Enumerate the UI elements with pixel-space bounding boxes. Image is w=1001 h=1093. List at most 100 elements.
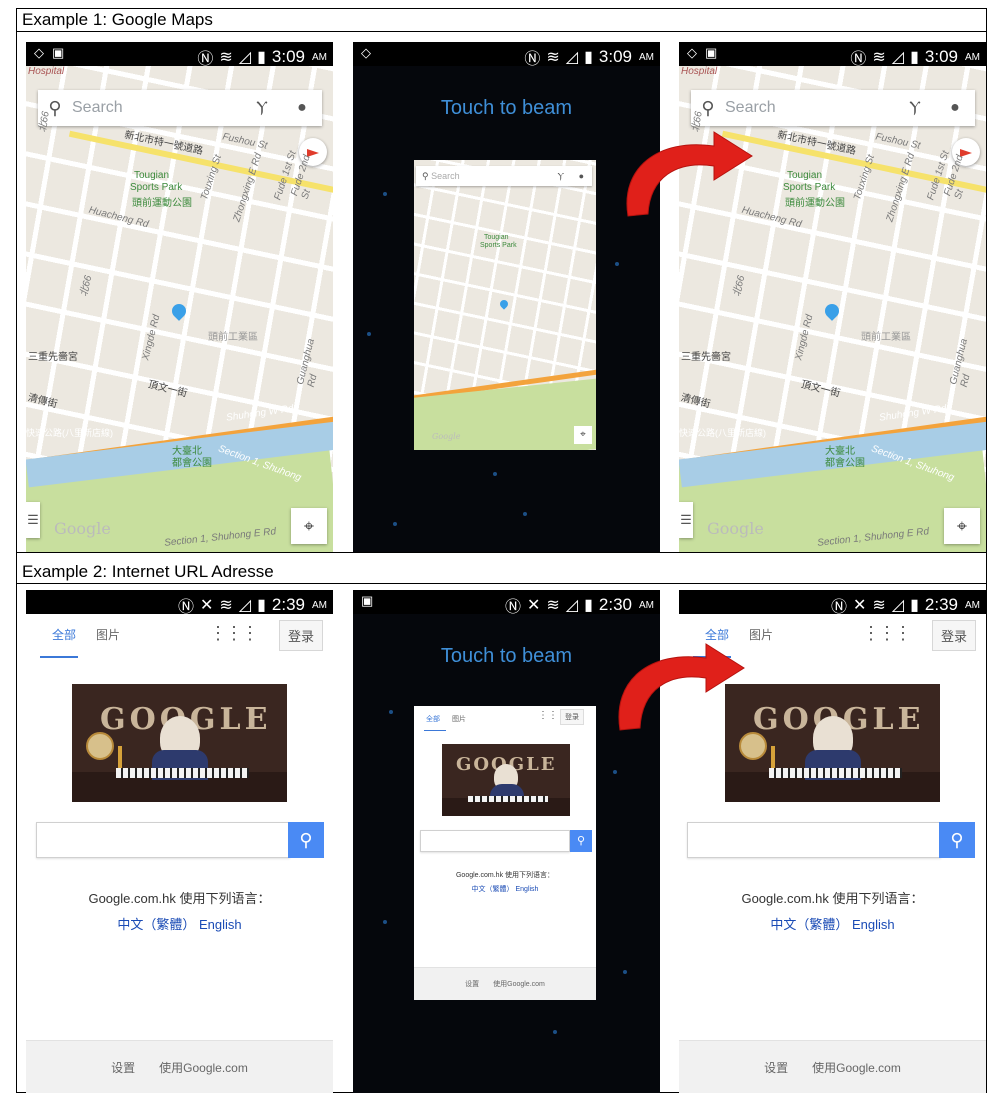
my-location-icon[interactable]: ⌖ xyxy=(291,508,327,544)
map-label: 頭前運動公園 xyxy=(785,198,845,209)
map-label: Sports Park xyxy=(783,182,836,193)
curved-arrow-icon xyxy=(618,643,745,731)
directions-icon[interactable]: Ⲩ xyxy=(895,99,935,117)
maps-screen-after: ◇ ▣ Ⓝ ≋ ◿ ▮ 3:09 AM Hospital ⚲ Search Ⲩ ● … xyxy=(679,42,986,552)
curved-arrow-icon xyxy=(626,131,753,217)
login-button[interactable]: 登录 xyxy=(931,620,976,651)
tab-images[interactable]: 图片 xyxy=(749,626,773,643)
search-placeholder: Search xyxy=(72,99,123,116)
account-icon[interactable]: ● xyxy=(935,99,975,117)
location-icon: ◇ xyxy=(34,45,44,60)
example2-caption: Example 2: Internet URL Adresse xyxy=(16,560,987,584)
my-location-icon[interactable]: ⌖ xyxy=(944,508,980,544)
beam-screen-maps[interactable]: ◇ Ⓝ ≋ ◿ ▮ 3:09 AM Touch to beam ⚲ Search … xyxy=(353,42,660,552)
doodle-piano xyxy=(468,796,548,802)
status-bar: Ⓝ ✕ ≋ ◿ ▮ 2:39 AM xyxy=(679,590,986,616)
nfc-icon: Ⓝ xyxy=(850,51,867,68)
google-screen-before: Ⓝ ✕ ≋ ◿ ▮ 2:39 AM 全部 图片 ⋮⋮⋮ 登录 GOOGLE ⚲ G… xyxy=(26,590,333,1093)
language-links: 中文（繁體） English xyxy=(414,884,596,894)
location-icon: ◇ xyxy=(361,45,371,60)
divider xyxy=(16,552,987,553)
login-button[interactable]: 登录 xyxy=(278,620,323,651)
mini-search-placeholder: Search xyxy=(431,171,460,181)
map-label: 頭前工業區 xyxy=(861,332,911,343)
active-tab-indicator xyxy=(424,730,446,731)
beam-particle xyxy=(623,970,627,974)
map-label: 三重先嗇宮 xyxy=(681,352,731,363)
apps-grid-icon[interactable]: ⋮⋮⋮ xyxy=(209,623,259,644)
wifi-icon: ≋ xyxy=(872,49,886,66)
mute-icon: ✕ xyxy=(526,597,541,614)
map-label: 都會公園 xyxy=(172,458,212,469)
lang-link-zh[interactable]: 中文（繁體） xyxy=(117,917,195,932)
footer-settings-link[interactable]: 设置 xyxy=(111,1059,135,1076)
status-ampm: AM xyxy=(639,51,654,63)
signal-icon: ◿ xyxy=(238,49,252,66)
footer-settings-link[interactable]: 设置 xyxy=(764,1059,788,1076)
beam-particle xyxy=(383,920,387,924)
beam-particle xyxy=(367,332,371,336)
beam-preview-google[interactable]: 全部 图片 ⋮⋮ 登录 GOOGLE ⚲ Google.com.hk 使用下列语… xyxy=(414,706,596,1000)
google-doodle: GOOGLE xyxy=(442,744,570,816)
map-label: Tougian xyxy=(484,234,509,241)
doodle-piano xyxy=(769,768,902,778)
search-button: ⚲ xyxy=(570,830,592,852)
beam-preview-maps[interactable]: ⚲ Search Ⲩ ● Tougian Sports Park Google … xyxy=(414,160,596,450)
footer-use-google-link: 使用Google.com xyxy=(493,981,545,988)
map-label: Sports Park xyxy=(130,182,183,193)
mini-google-logo: Google xyxy=(432,432,461,441)
google-doodle[interactable]: GOOGLE xyxy=(72,684,287,802)
search-input[interactable] xyxy=(687,822,941,858)
search-input[interactable] xyxy=(36,822,290,858)
doodle-clock xyxy=(86,732,114,760)
search-icon: ⚲ xyxy=(422,171,429,181)
tab-images[interactable]: 图片 xyxy=(96,626,120,643)
login-button: 登录 xyxy=(560,709,584,725)
menu-icon[interactable]: ☰ xyxy=(679,502,693,538)
google-footer: 设置 使用Google.com xyxy=(26,1040,333,1093)
google-doodle[interactable]: GOOGLE xyxy=(725,684,940,802)
footer-use-google-link[interactable]: 使用Google.com xyxy=(812,1059,901,1076)
menu-icon[interactable]: ☰ xyxy=(26,502,40,538)
beam-particle xyxy=(389,710,393,714)
status-bar: ▣ Ⓝ ✕ ≋ ◿ ▮ 2:30 AM xyxy=(353,590,660,616)
lang-link-en[interactable]: English xyxy=(199,917,242,932)
offered-in-text: Google.com.hk 使用下列语言： xyxy=(455,872,555,879)
lang-link-zh[interactable]: 中文（繁體） xyxy=(770,917,848,932)
account-icon[interactable]: ● xyxy=(282,99,322,117)
map-label: Tougian xyxy=(134,170,170,181)
beam-particle xyxy=(553,1030,557,1034)
wifi-icon: ≋ xyxy=(546,597,560,614)
footer-use-google-link[interactable]: 使用Google.com xyxy=(159,1059,248,1076)
google-logo: Google xyxy=(707,519,764,538)
status-bar: ◇ Ⓝ ≋ ◿ ▮ 3:09 AM xyxy=(353,42,660,68)
language-links: 中文（繁體） English xyxy=(679,914,986,933)
map-label: 都會公園 xyxy=(825,458,865,469)
tab-all[interactable]: 全部 xyxy=(52,626,76,643)
search-icon: ⚲ xyxy=(576,835,586,847)
apps-grid-icon[interactable]: ⋮⋮⋮ xyxy=(862,623,912,644)
directions-icon[interactable]: Ⲩ xyxy=(242,99,282,117)
maps-search-box[interactable]: ⚲ Search Ⲩ ● xyxy=(691,90,975,126)
status-time: 2:39 xyxy=(271,595,305,614)
mute-icon: ✕ xyxy=(852,597,867,614)
status-ampm: AM xyxy=(312,51,327,63)
google-footer: 设置 使用Google.com xyxy=(679,1040,986,1093)
beam-particle xyxy=(523,512,527,516)
status-time: 2:30 xyxy=(598,595,632,614)
signal-icon: ◿ xyxy=(891,49,905,66)
directions-icon: Ⲩ xyxy=(557,171,564,181)
maps-search-box[interactable]: ⚲ Search Ⲩ ● xyxy=(38,90,322,126)
language-links: 中文（繁體） English xyxy=(26,914,333,933)
search-icon: ⚲ xyxy=(299,830,313,850)
image-icon: ▣ xyxy=(52,45,65,60)
status-ampm: AM xyxy=(312,599,327,611)
account-icon: ● xyxy=(578,171,584,181)
map-label: 快速公路(八里新店線) xyxy=(26,428,113,438)
search-button[interactable]: ⚲ xyxy=(939,822,975,858)
search-button[interactable]: ⚲ xyxy=(288,822,324,858)
signal-icon: ◿ xyxy=(238,597,252,614)
lang-link-en[interactable]: English xyxy=(852,917,895,932)
location-icon: ◇ xyxy=(687,45,697,60)
battery-icon: ▮ xyxy=(584,597,593,614)
